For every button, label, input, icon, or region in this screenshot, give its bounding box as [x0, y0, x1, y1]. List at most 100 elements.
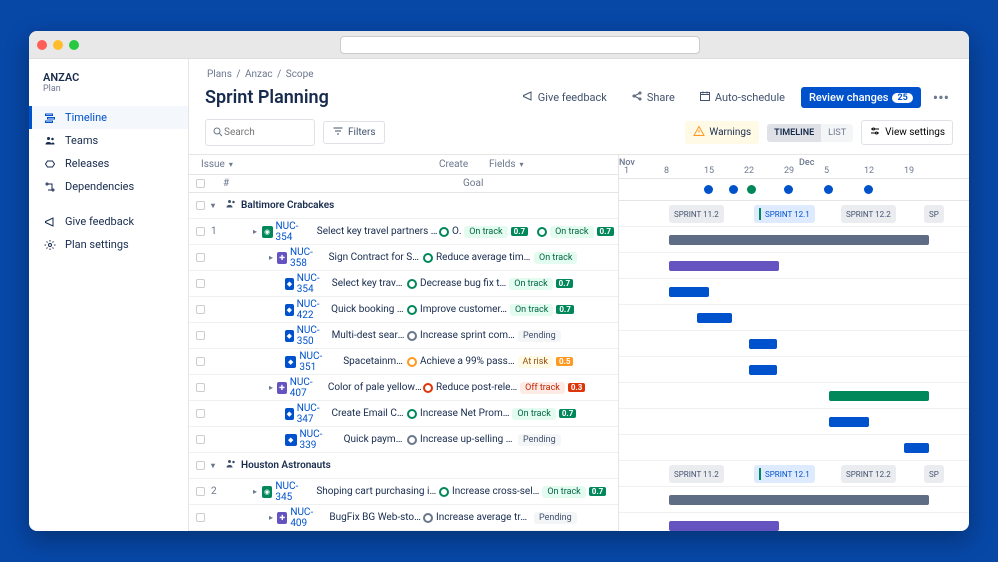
status-badge: Pending — [534, 512, 577, 524]
chevron-right-icon[interactable]: ▸ — [269, 513, 277, 522]
sprint-chip[interactable]: SP — [924, 205, 944, 223]
timeline-tab[interactable]: TIMELINE — [767, 124, 821, 142]
issue-key[interactable]: NUC-354 — [276, 221, 311, 243]
timeline-row — [619, 513, 969, 531]
col-fields-header[interactable]: Fields — [489, 159, 516, 170]
chevron-right-icon[interactable]: ▸ — [253, 487, 262, 496]
search-input[interactable] — [224, 127, 304, 138]
status-icon — [407, 435, 417, 445]
issue-key[interactable]: NUC-407 — [290, 377, 322, 399]
checkbox[interactable] — [196, 487, 205, 496]
url-input[interactable] — [340, 36, 700, 54]
gantt-bar[interactable] — [669, 261, 779, 271]
issue-row[interactable]: ◆ NUC-351 Spacetainment Achieve a 99% pa… — [189, 349, 618, 375]
issue-key[interactable]: NUC-339 — [300, 429, 338, 451]
issue-row[interactable]: ◆ NUC-350 Multi-dest search UI we Increa… — [189, 323, 618, 349]
sidebar-give-feedback[interactable]: Give feedback — [29, 210, 188, 233]
gantt-bar[interactable] — [697, 313, 732, 323]
chevron-down-icon: ▾ — [211, 461, 221, 470]
checkbox[interactable] — [196, 357, 205, 366]
chevron-right-icon[interactable]: ▸ — [253, 227, 262, 236]
col-issue-header[interactable]: Issue — [201, 159, 225, 170]
main-content: Plans / Anzac / Scope Sprint Planning Gi… — [189, 59, 969, 531]
issue-key[interactable]: NUC-351 — [299, 351, 337, 373]
status-icon — [407, 331, 417, 341]
gantt-bar[interactable] — [669, 287, 709, 297]
review-changes-button[interactable]: Review changes 25 — [801, 87, 921, 108]
checkbox[interactable] — [196, 461, 205, 470]
breadcrumb[interactable]: Plans / Anzac / Scope — [189, 59, 969, 84]
sprint-chip[interactable]: SPRINT 12.1 — [754, 205, 815, 223]
project-title: ANZAC — [43, 71, 174, 84]
warnings-button[interactable]: Warnings — [685, 121, 759, 144]
traffic-lights[interactable] — [37, 40, 79, 50]
sidebar-plan-settings[interactable]: Plan settings — [29, 233, 188, 256]
sidebar-item-timeline[interactable]: Timeline — [29, 106, 188, 129]
select-all-checkbox[interactable] — [196, 179, 205, 188]
issue-row[interactable]: 2 ▸ ◉ NUC-345 Shoping cart purchasing is… — [189, 479, 618, 505]
more-actions-button[interactable]: ••• — [929, 84, 953, 111]
team-row[interactable]: ▾Houston Astronauts — [189, 453, 618, 479]
gantt-bar[interactable] — [749, 365, 777, 375]
gantt-bar[interactable] — [669, 235, 929, 245]
sidebar-item-teams[interactable]: Teams — [29, 129, 188, 152]
checkbox[interactable] — [196, 383, 205, 392]
chevron-right-icon[interactable]: ▸ — [269, 383, 277, 392]
checkbox[interactable] — [196, 409, 205, 418]
sprint-chip[interactable]: SPRINT 12.2 — [841, 205, 896, 223]
checkbox[interactable] — [196, 253, 205, 262]
search-input-wrapper[interactable] — [205, 119, 315, 146]
issue-key[interactable]: NUC-409 — [290, 507, 323, 529]
issue-key[interactable]: NUC-345 — [275, 481, 310, 503]
review-count-badge: 25 — [892, 93, 912, 103]
checkbox[interactable] — [196, 331, 205, 340]
checkbox[interactable] — [196, 227, 205, 236]
chevron-right-icon[interactable]: ▸ — [269, 253, 277, 262]
gantt-bar[interactable] — [749, 339, 777, 349]
auto-schedule-button[interactable]: Auto-schedule — [691, 86, 793, 109]
gantt-bar[interactable] — [669, 495, 929, 505]
issue-key[interactable]: NUC-422 — [297, 299, 326, 321]
filters-button[interactable]: Filters — [323, 121, 385, 144]
issue-row[interactable]: ▸ ✚ NUC-358 Sign Contract for SunSpot Re… — [189, 245, 618, 271]
sprint-chip[interactable]: SPRINT 11.2 — [669, 205, 724, 223]
list-tab[interactable]: LIST — [821, 124, 853, 142]
checkbox[interactable] — [196, 305, 205, 314]
issue-row[interactable]: ◆ NUC-354 Select key travel partne Decre… — [189, 271, 618, 297]
share-button[interactable]: Share — [623, 86, 683, 109]
sidebar-item-releases[interactable]: Releases — [29, 152, 188, 175]
view-settings-button[interactable]: View settings — [861, 120, 953, 145]
issue-key[interactable]: NUC-358 — [290, 247, 323, 269]
issue-row[interactable]: ▸ ✚ NUC-407 Color of pale yellow on our … — [189, 375, 618, 401]
issue-row[interactable]: ◆ NUC-347 Create Email Campaign Increase… — [189, 401, 618, 427]
status-icon — [407, 279, 417, 289]
checkbox[interactable] — [196, 201, 205, 210]
gantt-bar[interactable] — [829, 391, 929, 401]
checkbox[interactable] — [196, 435, 205, 444]
team-row[interactable]: ▾Baltimore Crabcakes — [189, 193, 618, 219]
col-create-header[interactable]: Create — [439, 159, 489, 170]
issue-row[interactable]: ▸ ✚ NUC-409 BugFix BG Web-store app Incr… — [189, 505, 618, 531]
view-toggle[interactable]: TIMELINE LIST — [767, 124, 853, 142]
give-feedback-button[interactable]: Give feedback — [514, 86, 615, 109]
grid-header: Issue ▾ Create Fields ▾ — [189, 155, 618, 175]
sprint-chip[interactable]: SPRINT 11.2 — [669, 465, 724, 483]
megaphone-icon — [522, 90, 534, 105]
issue-key[interactable]: NUC-354 — [297, 273, 326, 295]
checkbox[interactable] — [196, 279, 205, 288]
sidebar-item-dependencies[interactable]: Dependencies — [29, 175, 188, 198]
timeline-row — [619, 435, 969, 461]
issue-row[interactable]: 1 ▸ ◉ NUC-354 Select key travel partners… — [189, 219, 618, 245]
gantt-bar[interactable] — [829, 417, 869, 427]
issue-key[interactable]: NUC-347 — [297, 403, 326, 425]
status-badge: On track — [534, 252, 577, 264]
checkbox[interactable] — [196, 513, 205, 522]
gantt-bar[interactable] — [669, 521, 779, 531]
sprint-chip[interactable]: SPRINT 12.1 — [754, 465, 815, 483]
issue-row[interactable]: ◆ NUC-422 Quick booking for accor Improv… — [189, 297, 618, 323]
gantt-bar[interactable] — [904, 443, 929, 453]
sprint-chip[interactable]: SPRINT 12.2 — [841, 465, 896, 483]
issue-row[interactable]: ◆ NUC-339 Quick payment Increase up-sell… — [189, 427, 618, 453]
issue-key[interactable]: NUC-350 — [297, 325, 326, 347]
sprint-chip[interactable]: SP — [924, 465, 944, 483]
